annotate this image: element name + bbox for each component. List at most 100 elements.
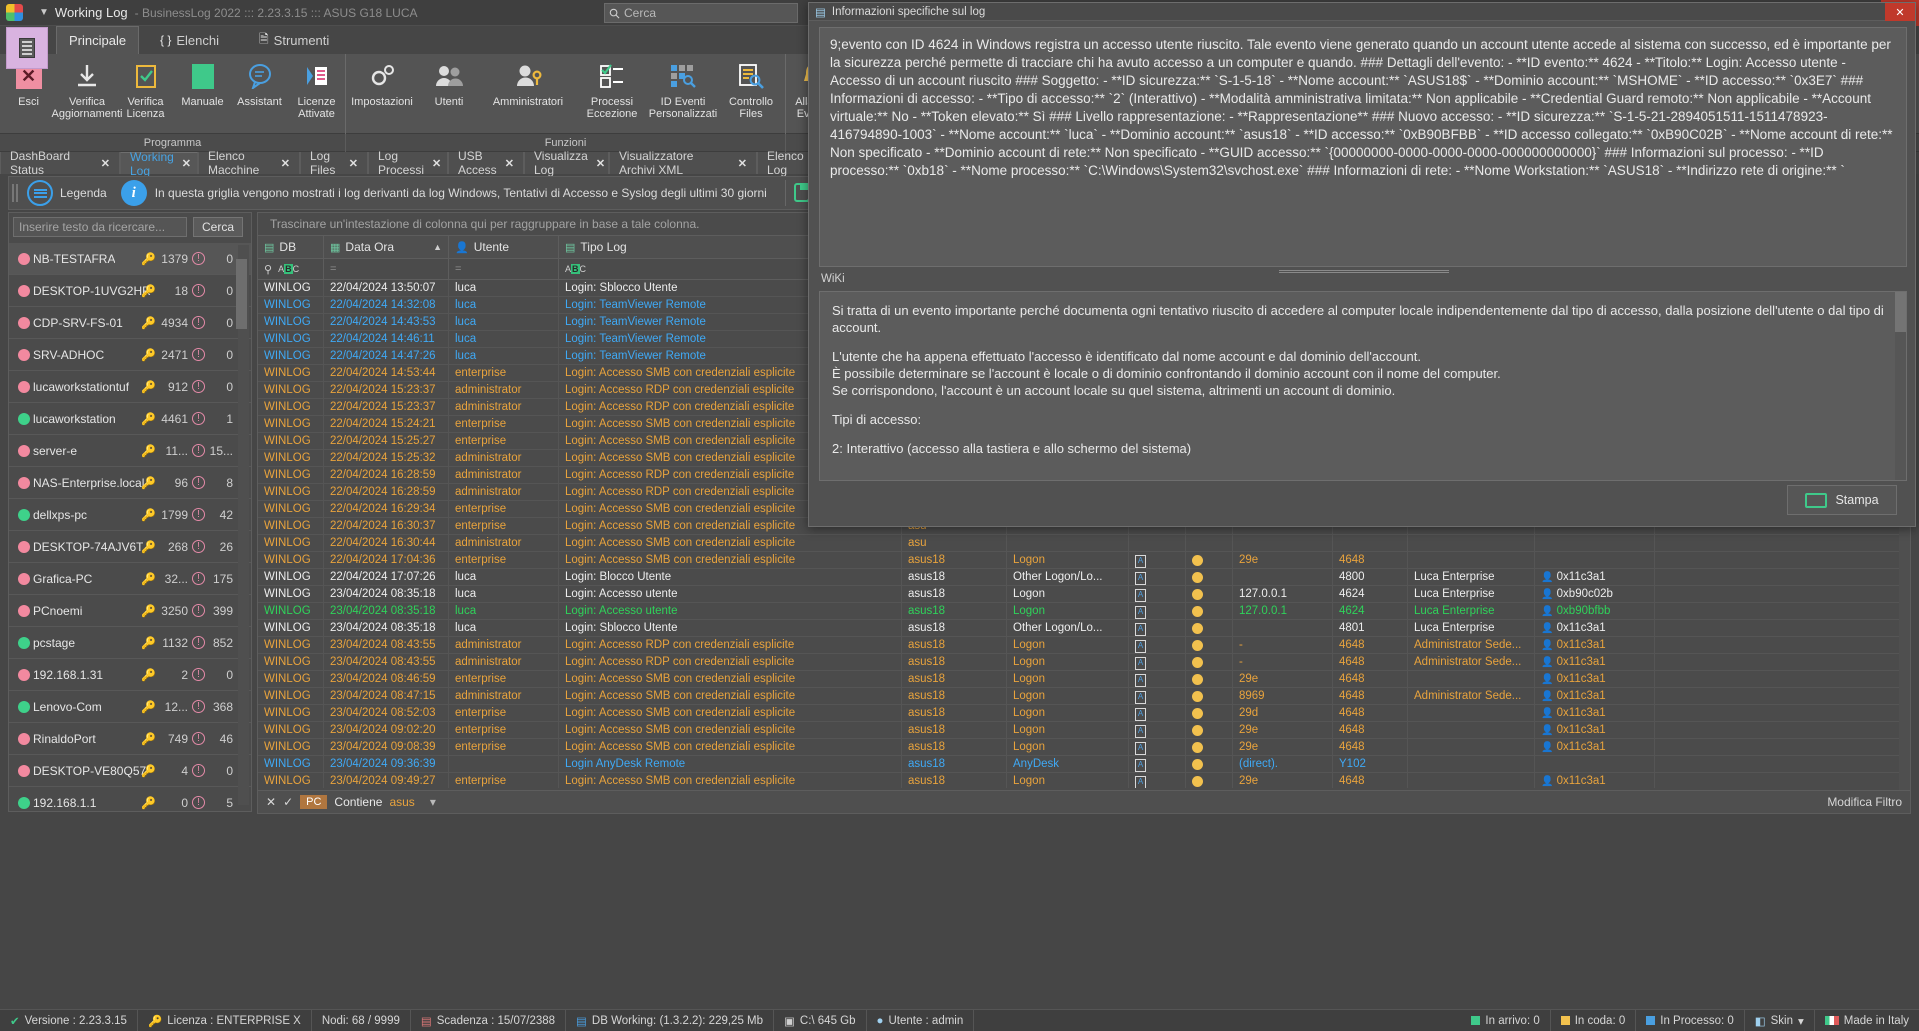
tab-close-icon[interactable]: ✕ [432,157,441,170]
table-row[interactable]: WINLOG 23/04/2024 09:49:27 enterprise Login… [258,773,1910,788]
grid-column-header[interactable]: 👤 Utente [449,236,559,258]
ribbon-tab-principale[interactable]: Principale [56,26,140,54]
filter-dropdown-icon[interactable]: ▾ [430,795,436,809]
machine-list-item[interactable]: NAS-Enterprise.local 🔑 96! 8 [9,467,251,499]
dialog-close-button[interactable]: ✕ [1885,3,1915,21]
table-row[interactable]: WINLOG 23/04/2024 08:52:03 enterprise Login… [258,705,1910,722]
filter-enable-check-icon[interactable]: ✓ [283,795,293,809]
tab-close-icon[interactable]: ✕ [349,157,358,170]
dialog-splitter[interactable] [1279,269,1449,273]
table-row[interactable]: WINLOG 23/04/2024 08:43:55 administrator Lo… [258,637,1910,654]
machine-warning-count: 26 [219,539,233,554]
machine-list-item[interactable]: NB-TESTAFRA 🔑 1379! 0 [9,243,251,275]
filter-operator[interactable]: Contiene [334,795,382,809]
ribbon-tab-elenchi[interactable]: { } Elenchi [148,26,231,54]
table-row[interactable]: WINLOG 22/04/2024 17:07:26 luca Login: Bloc… [258,569,1910,586]
ribbon-button-manuale[interactable]: Manuale [174,54,231,132]
machine-search-input[interactable]: Inserire testo da ricercare... [13,217,187,237]
filter-close-icon[interactable]: ✕ [266,795,276,809]
dialog-wiki-panel[interactable]: Si tratta di un evento importante perché… [819,291,1907,481]
tab-close-icon[interactable]: ✕ [182,157,191,170]
tab-close-icon[interactable]: ✕ [101,157,110,170]
application-menu-button[interactable] [6,27,48,69]
ribbon-button-verifica-aggiornamenti[interactable]: Verifica Aggiornamenti [52,54,122,132]
tab-close-icon[interactable]: ✕ [738,157,747,170]
machine-list[interactable]: NB-TESTAFRA 🔑 1379! 0 DESKTOP-1UVG2HR 🔑 18! 0 CD… [9,243,251,810]
machine-list-item[interactable]: PCnoemi 🔑 3250! 399 [9,595,251,627]
table-row[interactable]: WINLOG 23/04/2024 08:35:18 luca Login: Acce… [258,603,1910,620]
machine-list-item[interactable]: CDP-SRV-FS-01 🔑 4934! 0 [9,307,251,339]
filter-field[interactable]: PC [300,795,328,809]
table-row[interactable]: WINLOG 22/04/2024 16:30:44 administrator Lo… [258,535,1910,552]
machine-list-item[interactable]: 192.168.1.31 🔑 2! 0 [9,659,251,691]
chevron-down-icon[interactable]: ▾ [1798,1014,1804,1028]
filter-value[interactable]: asus [389,795,414,809]
machine-list-item[interactable]: DESKTOP-1UVG2HR 🔑 18! 0 [9,275,251,307]
table-row[interactable]: WINLOG 23/04/2024 08:35:18 luca Login: Acce… [258,586,1910,603]
tab-elenco-macchine[interactable]: Elenco Macchine ✕ [198,149,300,177]
dialog-detail-panel[interactable]: 9;evento con ID 4624 in Windows registra… [819,27,1907,267]
machine-list-item[interactable]: lucaworkstation 🔑 4461! 1 [9,403,251,435]
machine-list-item[interactable]: DESKTOP-VE80Q57 🔑 4! 0 [9,755,251,787]
global-search-box[interactable]: Cerca [604,3,798,23]
machine-list-item[interactable]: Grafica-PC 🔑 32...! 175 [9,563,251,595]
ribbon-button-utenti[interactable]: Utenti [418,54,480,132]
machine-list-item[interactable]: RinaldoPort 🔑 749! 46 [9,723,251,755]
tab-close-icon[interactable]: ✕ [596,157,605,170]
grid-filter-cell[interactable]: = [449,259,559,279]
ribbon-button-amministratori[interactable]: Amministratori [480,54,576,132]
tab-working-log[interactable]: Working Log ✕ [120,150,198,178]
table-row[interactable]: WINLOG 23/04/2024 08:47:15 administrator Lo… [258,688,1910,705]
grid-filter-cell[interactable]: = [324,259,449,279]
ribbon-tab-strumenti[interactable]: 🗎 Strumenti [247,26,341,54]
machine-list-item[interactable]: Lenovo-Com 🔑 12...! 368 [9,691,251,723]
wiki-scroll-thumb[interactable] [1895,292,1906,332]
tab-dashboard-status[interactable]: DashBoard Status ✕ [0,149,120,177]
ribbon-button-impostazioni[interactable]: Impostazioni [346,54,418,132]
ribbon-button-licenze-attivate[interactable]: Licenze Attivate [288,54,345,132]
table-row[interactable]: WINLOG 23/04/2024 08:43:55 administrator Lo… [258,654,1910,671]
wiki-scrollbar[interactable] [1895,292,1906,480]
machine-list-item[interactable]: SRV-ADHOC 🔑 2471! 0 [9,339,251,371]
tab-visualizzatore-archivi-xml[interactable]: Visualizzatore Archivi XML ✕ [609,149,757,177]
table-cell: A [1129,739,1186,755]
key-icon: 🔑 [141,635,156,650]
grid-filter-cell[interactable]: ⚲ ABC [258,259,324,279]
table-row[interactable]: WINLOG 23/04/2024 09:36:39 Login AnyDesk R… [258,756,1910,773]
machine-list-item[interactable]: lucaworkstationtuf 🔑 912! 0 [9,371,251,403]
machine-list-item[interactable]: 192.168.1.1 🔑 0! 5 [9,787,251,810]
filter-pin-icon[interactable]: ⚲ [264,263,272,276]
table-row[interactable]: WINLOG 23/04/2024 08:46:59 enterprise Login… [258,671,1910,688]
ribbon-button-id-eventi-personalizzati[interactable]: ID Eventi Personalizzati [648,54,718,132]
machine-list-item[interactable]: pcstage 🔑 1132! 852 [9,627,251,659]
print-button[interactable]: Stampa [1787,485,1897,515]
tab-usb-access[interactable]: USB Access ✕ [448,149,524,177]
machine-list-item[interactable]: dellxps-pc 🔑 1799! 42 [9,499,251,531]
tab-visualizza-log[interactable]: Visualizza Log ✕ [524,149,609,177]
machine-list-item[interactable]: server-e 🔑 11...! 15... [9,435,251,467]
table-row[interactable]: WINLOG 22/04/2024 17:04:36 enterprise Login… [258,552,1910,569]
machine-list-scroll-thumb[interactable] [236,259,247,329]
tab-close-icon[interactable]: ✕ [505,157,514,170]
machine-list-item[interactable]: DESKTOP-74AJV6T 🔑 268! 26 [9,531,251,563]
ribbon-button-processi-eccezione[interactable]: Processi Eccezione [576,54,648,132]
tab-close-icon[interactable]: ✕ [281,157,290,170]
legend-icon[interactable] [27,180,53,206]
drag-grip-icon[interactable] [12,184,21,202]
ribbon-button-assistant[interactable]: Assistant [231,54,288,132]
title-caret-icon[interactable]: ▼ [39,7,49,18]
machine-search-button[interactable]: Cerca [193,217,243,237]
modify-filter-button[interactable]: Modifica Filtro [1827,795,1902,809]
grid-column-header[interactable]: ▦ Data Ora ▲ [324,236,449,258]
status-skin[interactable]: ◧ Skin ▾ [1745,1009,1815,1031]
sort-ascending-icon[interactable]: ▲ [433,242,442,252]
table-row[interactable]: WINLOG 23/04/2024 09:02:20 enterprise Login… [258,722,1910,739]
table-row[interactable]: WINLOG 23/04/2024 08:35:18 luca Login: Sblo… [258,620,1910,637]
table-row[interactable]: WINLOG 23/04/2024 09:08:39 enterprise Login… [258,739,1910,756]
ribbon-button-verifica-licenza[interactable]: Verifica Licenza [117,54,174,132]
tab-log-processi[interactable]: Log Processi ✕ [368,149,448,177]
ribbon-button-controllo-files[interactable]: Controllo Files [718,54,784,132]
grid-column-header[interactable]: ▤ DB [258,236,324,258]
machine-list-scrollbar[interactable] [236,245,249,805]
tab-log-files[interactable]: Log Files ✕ [300,149,368,177]
